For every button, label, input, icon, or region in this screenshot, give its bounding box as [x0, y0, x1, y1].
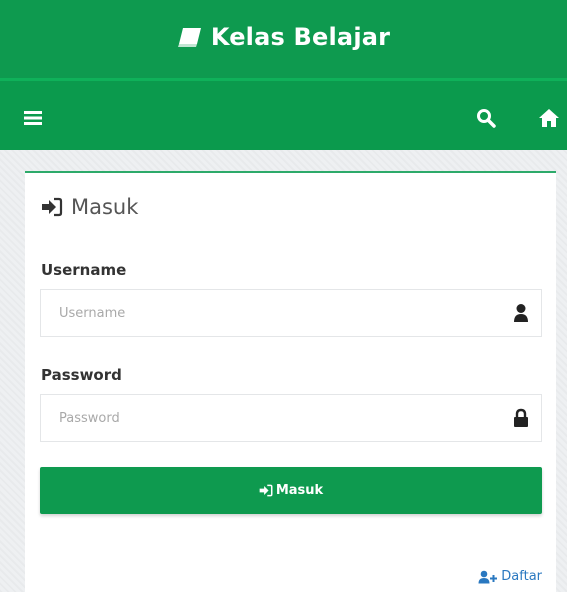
top-navbar	[0, 78, 567, 150]
user-icon	[514, 304, 528, 322]
search-icon[interactable]	[476, 108, 496, 128]
password-input[interactable]	[41, 395, 501, 441]
login-page: Kelas Belajar Masuk Username Username Pa…	[0, 0, 567, 592]
book-icon	[177, 28, 201, 47]
brand-link[interactable]: Kelas Belajar	[177, 23, 390, 51]
lock-icon	[514, 408, 528, 427]
username-input-group	[40, 289, 542, 337]
menu-icon[interactable]	[24, 111, 42, 125]
username-label: Username	[41, 261, 127, 279]
brand-header: Kelas Belajar	[0, 0, 567, 78]
login-panel: Masuk Username Password Masuk	[25, 171, 556, 592]
user-plus-icon	[478, 570, 498, 583]
username-input[interactable]	[41, 290, 501, 336]
register-link[interactable]: Daftar	[478, 569, 542, 584]
home-icon[interactable]	[538, 108, 560, 128]
sign-in-icon	[42, 197, 63, 217]
login-submit-label: Masuk	[275, 483, 324, 498]
password-label: Password	[41, 366, 122, 384]
sign-in-icon	[259, 484, 273, 497]
register-link-label: Daftar	[501, 569, 542, 584]
login-heading-text: Masuk	[71, 195, 139, 219]
password-input-group	[40, 394, 542, 442]
login-submit-button[interactable]: Masuk	[40, 467, 542, 514]
brand-title: Kelas Belajar	[210, 23, 391, 51]
login-heading: Masuk	[41, 195, 138, 219]
